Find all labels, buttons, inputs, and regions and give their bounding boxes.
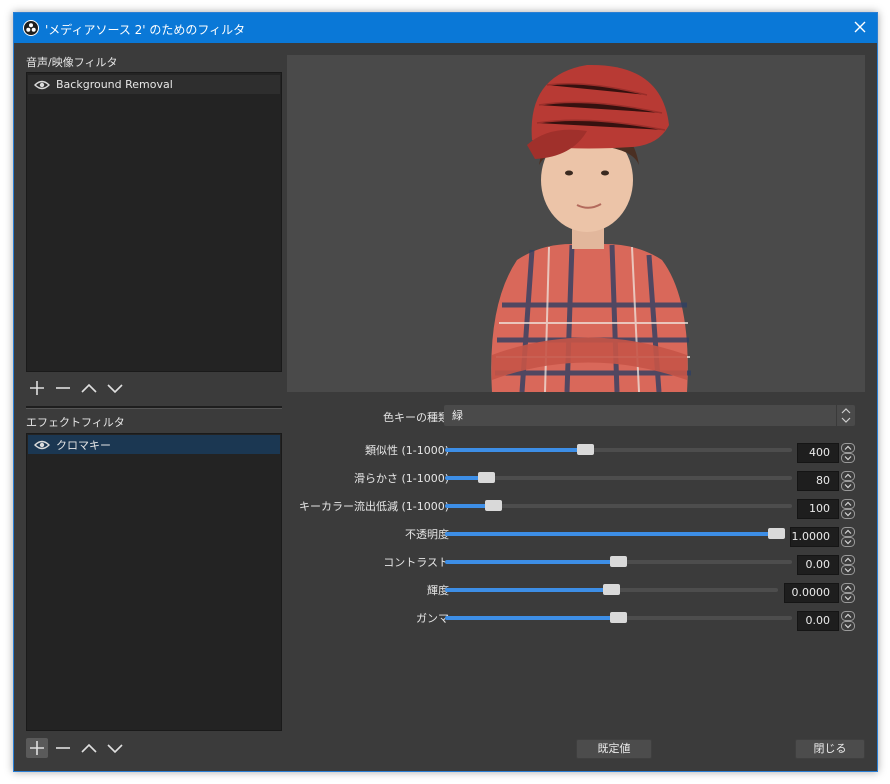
slider-handle[interactable] [610,612,627,623]
value-spinbox[interactable]: 400 [797,443,839,463]
slider-fill [445,532,772,536]
slider-handle[interactable] [478,472,495,483]
preview-image-child [491,64,691,392]
key-color-type-label: 色キーの種類 [383,411,449,424]
audio-video-filter-toolbar [26,378,130,398]
audio-video-filters-label: 音声/映像フィルタ [26,56,118,69]
slider-handle[interactable] [577,444,594,455]
select-arrows-icon [836,405,855,426]
slider-label: コントラスト [383,556,449,569]
plus-icon [30,741,44,755]
close-icon[interactable] [852,19,868,35]
close-button[interactable]: 閉じる [795,739,865,759]
chevron-down-icon [107,744,123,754]
key-color-type-value: 緑 [452,409,463,422]
spin-arrows-icon[interactable] [841,555,855,575]
filter-item-label: Background Removal [56,78,173,91]
slider-track[interactable] [445,528,785,539]
obs-logo-icon [23,20,39,36]
slider-track[interactable] [445,472,792,483]
slider-handle[interactable] [603,584,620,595]
minus-icon [56,747,70,749]
visibility-eye-icon[interactable] [34,80,50,90]
slider-fill [445,616,614,620]
remove-filter-button[interactable] [52,378,74,398]
spin-arrows-icon[interactable] [841,443,855,463]
key-color-type-select[interactable]: 緑 [444,405,855,426]
filter-item-chroma-key[interactable]: クロマキー [28,435,280,454]
add-filter-button[interactable] [26,378,48,398]
slider-fill [445,504,489,508]
slider-fill [445,476,482,480]
spin-arrows-icon[interactable] [841,499,855,519]
defaults-button[interactable]: 既定値 [576,739,652,759]
move-filter-up-button[interactable] [78,738,100,758]
filters-window: 'メディアソース 2' のためのフィルタ 音声/映像フィルタ Backgroun… [13,12,878,772]
slider-track[interactable] [445,444,792,455]
filter-item-label: クロマキー [56,438,111,452]
effect-filters-label: エフェクトフィルタ [26,416,125,429]
audio-video-filter-list[interactable]: Background Removal [26,72,282,372]
slider-label: 滑らかさ (1-1000) [353,472,449,485]
add-filter-button[interactable] [26,738,48,758]
slider-fill [445,588,607,592]
slider-track[interactable] [445,584,778,595]
slider-label: キーカラー流出低減 (1-1000) [298,500,449,513]
move-filter-down-button[interactable] [104,738,126,758]
plus-icon [30,381,44,395]
source-preview [287,55,865,392]
slider-label: 不透明度 [405,528,449,541]
slider-track[interactable] [445,612,792,623]
spin-arrows-icon[interactable] [841,471,855,491]
spin-arrows-icon[interactable] [841,583,855,603]
visibility-eye-icon[interactable] [34,440,50,450]
move-filter-down-button[interactable] [104,378,126,398]
window-title: 'メディアソース 2' のためのフィルタ [45,23,246,37]
value-spinbox[interactable]: 0.00 [797,611,839,631]
remove-filter-button[interactable] [52,738,74,758]
slider-fill [445,560,614,564]
chevron-up-icon [81,743,97,753]
value-spinbox[interactable]: 80 [797,471,839,491]
value-spinbox[interactable]: 0.00 [797,555,839,575]
slider-handle[interactable] [610,556,627,567]
effect-filter-list[interactable]: クロマキー [26,433,282,731]
spin-arrows-icon[interactable] [841,527,855,547]
value-spinbox[interactable]: 0.0000 [784,583,839,603]
slider-handle[interactable] [768,528,785,539]
chevron-up-icon [81,383,97,393]
slider-track[interactable] [445,556,792,567]
value-spinbox[interactable]: 1.0000 [790,527,839,547]
filter-item-background-removal[interactable]: Background Removal [28,75,280,94]
slider-fill [445,448,581,452]
effect-filter-toolbar [26,738,130,758]
slider-label: 類似性 (1-1000) [364,444,449,457]
title-bar: 'メディアソース 2' のためのフィルタ [14,13,877,43]
value-spinbox[interactable]: 100 [797,499,839,519]
chevron-down-icon [107,384,123,394]
minus-icon [56,387,70,389]
spin-arrows-icon[interactable] [841,611,855,631]
move-filter-up-button[interactable] [78,378,100,398]
section-divider [26,406,282,409]
slider-handle[interactable] [485,500,502,511]
slider-track[interactable] [445,500,792,511]
